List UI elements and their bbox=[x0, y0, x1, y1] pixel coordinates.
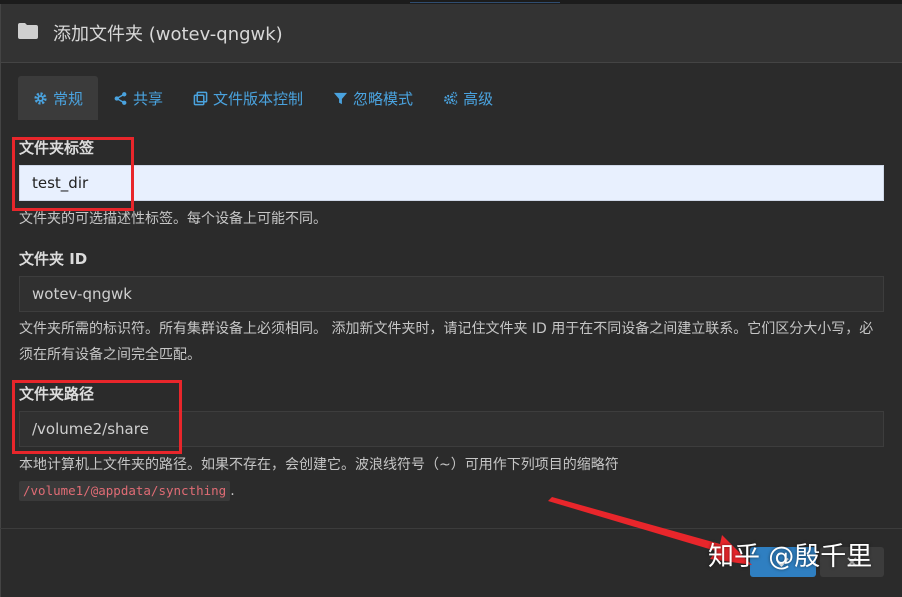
tab-ignore-patterns[interactable]: 忽略模式 bbox=[318, 76, 428, 120]
folder-label-heading: 文件夹标签 bbox=[19, 139, 95, 157]
folder-id-heading: 文件夹 ID bbox=[19, 250, 88, 268]
folder-id-input[interactable]: wotev-qngwk bbox=[19, 276, 884, 312]
tab-general-label: 常规 bbox=[53, 89, 84, 108]
modal-header: 添加文件夹 (wotev-qngwk) bbox=[1, 4, 902, 63]
filter-icon bbox=[333, 92, 348, 104]
folder-path-input[interactable]: /volume2/share bbox=[19, 411, 884, 447]
tab-advanced[interactable]: 高级 bbox=[428, 76, 508, 120]
folder-path-help-suffix: . bbox=[230, 483, 235, 499]
folder-icon bbox=[18, 23, 38, 39]
gear-icon bbox=[34, 91, 47, 105]
folder-label-help: 文件夹的可选描述性标签。每个设备上可能不同。 bbox=[19, 211, 327, 227]
tab-file-versioning[interactable]: 文件版本控制 bbox=[178, 76, 318, 120]
cogs-icon bbox=[444, 91, 458, 105]
tab-bar: 常规 共享 文件版本控制 忽略模式 高级 bbox=[18, 76, 508, 120]
folder-path-heading: 文件夹路径 bbox=[19, 385, 95, 403]
folder-label-input[interactable]: test_dir bbox=[19, 165, 884, 201]
folder-path-help-code: /volume1/@appdata/syncthing bbox=[19, 481, 231, 501]
page: 添加文件夹 (wotev-qngwk) 常规 共享 文件版本控制 忽略模式 高级… bbox=[0, 0, 902, 597]
tab-ignore-patterns-label: 忽略模式 bbox=[353, 89, 414, 108]
modal-title: 添加文件夹 (wotev-qngwk) bbox=[53, 24, 283, 45]
folder-path-help-text: 本地计算机上文件夹的路径。如果不存在，会创建它。波浪线符号（~）可用作下列项目的… bbox=[19, 457, 619, 473]
tab-general[interactable]: 常规 bbox=[18, 76, 99, 120]
folder-id-help: 文件夹所需的标识符。所有集群设备上必须相同。 添加新文件夹时，请记住文件夹 ID… bbox=[19, 321, 874, 363]
tab-sharing-label: 共享 bbox=[133, 89, 164, 108]
tab-advanced-label: 高级 bbox=[463, 89, 494, 108]
background-link bbox=[410, 0, 560, 3]
share-icon bbox=[114, 91, 127, 105]
watermark: 知乎 @殷千里 bbox=[708, 542, 873, 572]
tab-sharing[interactable]: 共享 bbox=[98, 76, 178, 120]
tab-file-versioning-label: 文件版本控制 bbox=[213, 89, 304, 108]
copy-icon bbox=[193, 91, 208, 105]
